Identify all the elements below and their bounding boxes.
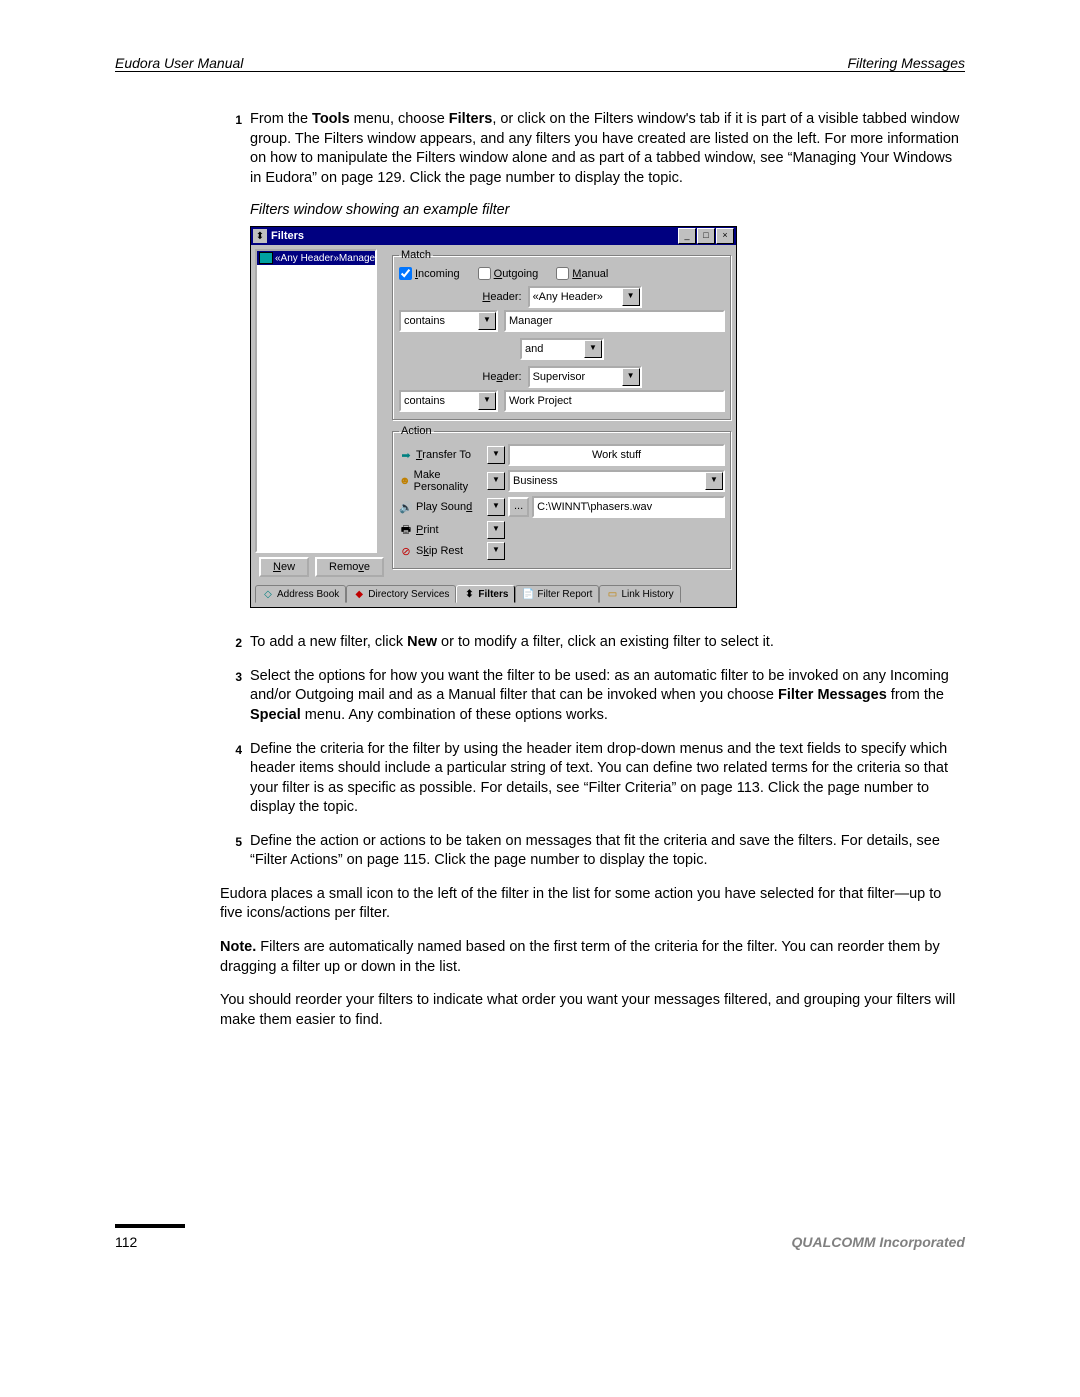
conjunction-combo[interactable]: and▼: [520, 338, 604, 360]
remove-button[interactable]: Remove: [315, 557, 384, 577]
tab-link-history[interactable]: ▭Link History: [599, 585, 680, 603]
chevron-down-icon[interactable]: ▼: [622, 368, 640, 386]
step-number: 4: [220, 740, 250, 818]
window-tabs: ◇Address Book ◆Directory Services ⬍Filte…: [251, 583, 736, 607]
header2-label: Header:: [482, 371, 521, 383]
filter-list-item[interactable]: «Any Header»Manager: [257, 251, 375, 265]
chevron-down-icon[interactable]: ▼: [487, 542, 505, 560]
step-3-text: Select the options for how you want the …: [250, 667, 965, 726]
window-icon: ⬍: [253, 229, 267, 243]
action-group: Action ➡Transfer To ▼ Work stuff ☻Make P…: [392, 425, 732, 570]
tab-address-book[interactable]: ◇Address Book: [255, 585, 346, 603]
step-number: 1: [220, 110, 250, 188]
chevron-down-icon[interactable]: ▼: [478, 312, 496, 330]
filters-window: ⬍ Filters _ □ × «Any Header»Manager: [250, 226, 737, 608]
step-2-text: To add a new filter, click New or to mod…: [250, 633, 965, 653]
book-icon: ◇: [262, 588, 274, 600]
header2-combo[interactable]: Supervisor▼: [528, 366, 642, 388]
transfer-icon: [259, 252, 273, 264]
report-icon: 📄: [522, 588, 534, 600]
step-number: 3: [220, 667, 250, 726]
chevron-down-icon[interactable]: ▼: [478, 392, 496, 410]
filter-list[interactable]: «Any Header»Manager: [255, 249, 377, 553]
page-footer: 112 QUALCOMM Incorporated: [115, 1224, 965, 1250]
link-icon: ▭: [606, 588, 618, 600]
step-1-text: From the Tools menu, choose Filters, or …: [250, 110, 965, 188]
personality-combo[interactable]: Business▼: [508, 470, 725, 492]
maximize-button[interactable]: □: [697, 228, 715, 244]
minimize-button[interactable]: _: [678, 228, 696, 244]
chevron-down-icon[interactable]: ▼: [487, 521, 505, 539]
header1-label: Header:: [482, 291, 521, 303]
header-left: Eudora User Manual: [115, 55, 243, 71]
outgoing-checkbox[interactable]: Outgoing: [478, 267, 539, 280]
text1-input[interactable]: Manager: [504, 310, 725, 332]
chevron-down-icon[interactable]: ▼: [487, 498, 505, 516]
chevron-down-icon[interactable]: ▼: [487, 472, 505, 490]
sound-path-input[interactable]: C:\WINNT\phasers.wav: [532, 496, 725, 518]
arrow-icon: ➡: [399, 448, 413, 462]
print-icon: 🖶: [399, 523, 413, 537]
filters-icon: ⬍: [463, 588, 475, 600]
new-button[interactable]: New: [259, 557, 309, 577]
step-number: 2: [220, 633, 250, 653]
match-group: Match Incoming Outgoing Manual Header: «…: [392, 249, 732, 421]
titlebar[interactable]: ⬍ Filters _ □ ×: [251, 227, 736, 245]
tab-filters[interactable]: ⬍Filters: [456, 585, 515, 603]
action-legend: Action: [399, 425, 434, 437]
personality-icon: ☻: [399, 474, 411, 488]
step-5-text: Define the action or actions to be taken…: [250, 832, 965, 871]
step-number: 5: [220, 832, 250, 871]
note-paragraph: Note. Filters are automatically named ba…: [220, 938, 965, 977]
page-header: Eudora User Manual Filtering Messages: [115, 55, 965, 72]
paragraph: You should reorder your filters to indic…: [220, 991, 965, 1030]
paragraph: Eudora places a small icon to the left o…: [220, 885, 965, 924]
match-legend: Match: [399, 249, 433, 261]
text2-input[interactable]: Work Project: [504, 390, 725, 412]
sound-icon: 🔊: [399, 500, 413, 514]
tab-directory-services[interactable]: ◆Directory Services: [346, 585, 456, 603]
step-4-text: Define the criteria for the filter by us…: [250, 740, 965, 818]
manual-checkbox[interactable]: Manual: [556, 267, 608, 280]
figure-caption: Filters window showing an example filter: [250, 202, 965, 218]
condition2-combo[interactable]: contains▼: [399, 390, 498, 412]
header-right: Filtering Messages: [848, 55, 966, 71]
transfer-to-value[interactable]: Work stuff: [508, 444, 725, 466]
window-title: Filters: [271, 230, 678, 242]
incoming-checkbox[interactable]: Incoming: [399, 267, 460, 280]
close-button[interactable]: ×: [716, 228, 734, 244]
company-name: QUALCOMM Incorporated: [792, 1234, 965, 1250]
chevron-down-icon[interactable]: ▼: [487, 446, 505, 464]
chevron-down-icon[interactable]: ▼: [622, 288, 640, 306]
chevron-down-icon[interactable]: ▼: [584, 340, 602, 358]
directory-icon: ◆: [353, 588, 365, 600]
header1-combo[interactable]: «Any Header»▼: [528, 286, 642, 308]
page-number: 112: [115, 1234, 137, 1250]
tab-filter-report[interactable]: 📄Filter Report: [515, 585, 599, 603]
browse-button[interactable]: ...: [508, 497, 529, 517]
chevron-down-icon[interactable]: ▼: [705, 472, 723, 490]
skip-icon: ⊘: [399, 544, 413, 558]
condition1-combo[interactable]: contains▼: [399, 310, 498, 332]
